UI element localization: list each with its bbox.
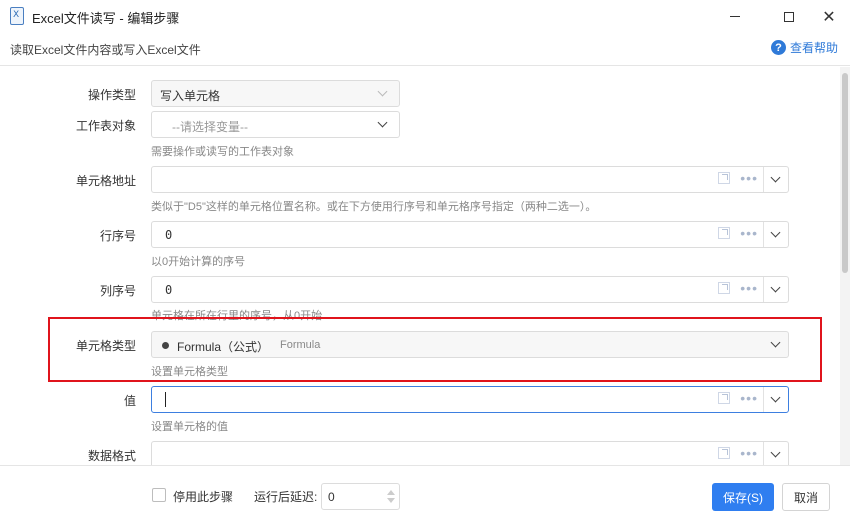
chevron-down-icon[interactable] <box>770 449 780 459</box>
help-link[interactable]: ? 查看帮助 <box>770 39 838 56</box>
row-index-value: 0 <box>165 228 173 242</box>
chevron-down-icon[interactable] <box>770 174 780 184</box>
expand-icon[interactable] <box>718 172 731 184</box>
chevron-down-icon[interactable] <box>770 394 780 404</box>
step-description: 读取Excel文件内容或写入Excel文件 <box>10 43 201 57</box>
delay-stepper[interactable]: 0 <box>321 483 400 510</box>
more-icon[interactable]: ••• <box>740 446 758 460</box>
save-button[interactable]: 保存(S) <box>712 483 774 511</box>
delay-label: 运行后延迟: <box>254 490 318 504</box>
help-label: 查看帮助 <box>789 41 838 55</box>
col-index-input[interactable]: 0 ••• <box>151 276 789 303</box>
col-index-value: 0 <box>165 283 173 297</box>
scrollbar-thumb[interactable] <box>842 73 848 273</box>
step-header: 读取Excel文件内容或写入Excel文件 ? 查看帮助 <box>0 33 850 66</box>
minimize-icon <box>730 16 740 17</box>
spinner-icon[interactable] <box>387 488 395 505</box>
op-type-select[interactable]: 写入单元格 <box>151 80 400 107</box>
sheet-select[interactable]: --请选择变量-- <box>151 111 400 138</box>
cell-address-input[interactable]: ••• <box>151 166 789 193</box>
op-type-label: 操作类型 <box>87 88 136 102</box>
title-bar: Excel文件读写 - 编辑步骤 ✕ <box>0 0 850 33</box>
sheet-label: 工作表对象 <box>75 119 136 133</box>
text-cursor <box>165 392 166 407</box>
more-icon[interactable]: ••• <box>740 171 758 185</box>
cell-address-label: 单元格地址 <box>75 174 136 188</box>
chevron-down-icon <box>377 119 387 129</box>
footer: 停用此步骤 运行后延迟: 0 保存(S) 取消 <box>0 465 850 526</box>
op-type-value: 写入单元格 <box>160 89 221 103</box>
chevron-down-icon[interactable] <box>770 284 780 294</box>
delay-value: 0 <box>328 490 335 504</box>
sheet-hint: 需要操作或读写的工作表对象 <box>151 146 294 158</box>
chevron-down-icon[interactable] <box>770 229 780 239</box>
more-icon[interactable]: ••• <box>740 391 758 405</box>
expand-icon[interactable] <box>718 392 731 404</box>
close-button[interactable]: ✕ <box>806 0 850 33</box>
disable-step-label: 停用此步骤 <box>173 490 234 504</box>
window-title: Excel文件读写 - 编辑步骤 <box>32 11 180 26</box>
expand-icon[interactable] <box>718 447 731 459</box>
expand-icon[interactable] <box>718 282 731 294</box>
value-label: 值 <box>123 394 136 408</box>
more-icon[interactable]: ••• <box>740 226 758 240</box>
minimize-button[interactable] <box>712 0 758 33</box>
value-input[interactable]: ••• <box>151 386 789 413</box>
row-index-hint: 以0开始计算的序号 <box>151 256 246 268</box>
help-icon: ? <box>770 40 786 55</box>
format-label: 数据格式 <box>87 449 136 463</box>
excel-file-icon <box>10 7 24 25</box>
highlight-box <box>48 317 822 382</box>
row-index-input[interactable]: 0 ••• <box>151 221 789 248</box>
expand-icon[interactable] <box>718 227 731 239</box>
maximize-icon <box>784 11 794 22</box>
disable-step-checkbox[interactable] <box>152 488 166 502</box>
form-area: 操作类型 写入单元格 工作表对象 --请选择变量-- 需要操作或读写的工作表对象… <box>0 67 840 465</box>
col-index-label: 列序号 <box>99 284 136 298</box>
vertical-scrollbar[interactable] <box>840 67 850 465</box>
format-input[interactable]: ••• <box>151 441 789 465</box>
chevron-down-icon <box>377 88 387 98</box>
cell-address-hint: 类似于"D5"这样的单元格位置名称。或在下方使用行序号和单元格序号指定（两种二选… <box>151 201 597 213</box>
more-icon[interactable]: ••• <box>740 281 758 295</box>
row-index-label: 行序号 <box>99 229 136 243</box>
close-icon: ✕ <box>822 6 836 26</box>
sheet-placeholder: --请选择变量-- <box>172 120 248 134</box>
value-hint: 设置单元格的值 <box>151 421 228 433</box>
cancel-button[interactable]: 取消 <box>782 483 830 511</box>
